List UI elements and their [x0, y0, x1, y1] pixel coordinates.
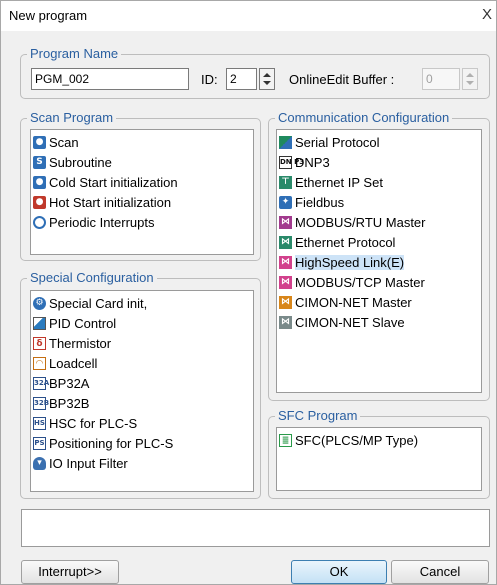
dnp3-icon: DN P3 [279, 155, 304, 169]
list-item[interactable]: ⋈ MODBUS/TCP Master [277, 272, 481, 292]
loadcell-icon: ◠ [33, 356, 46, 370]
close-icon[interactable]: X [477, 4, 497, 26]
list-item[interactable]: PID Control [31, 313, 253, 333]
sfc-program-legend: SFC Program [278, 408, 358, 423]
list-item[interactable]: δ Thermistor [31, 333, 253, 353]
fieldbus-icon: ✦ [279, 195, 292, 209]
thermistor-icon: δ [33, 336, 46, 350]
list-item[interactable]: ⋈ HighSpeed Link(E) [277, 252, 481, 272]
id-label: ID: [201, 72, 218, 87]
ok-button[interactable]: OK [291, 560, 387, 584]
cancel-button[interactable]: Cancel [391, 560, 489, 584]
list-item[interactable]: Serial Protocol [277, 132, 481, 152]
program-name-input[interactable]: PGM_002 [31, 68, 189, 90]
sfc-program-list: ≣ SFC(PLCS/MP Type) [276, 427, 482, 491]
list-item[interactable]: HS HSC for PLC-S [31, 413, 253, 433]
list-item[interactable]: ≣ SFC(PLCS/MP Type) [277, 430, 481, 450]
serial-protocol-icon [279, 135, 292, 149]
filter-icon: ▾ [33, 456, 46, 470]
list-item[interactable]: ● Scan [31, 132, 253, 152]
gear-icon: ⚙ [33, 296, 46, 310]
window-title: New program [9, 8, 88, 23]
new-program-dialog: New program X Program Name PGM_002 ID: 2… [0, 0, 497, 585]
list-item[interactable]: 32A BP32A [31, 373, 253, 393]
clock-icon [33, 215, 46, 229]
spinner-up-icon [466, 73, 474, 77]
scan-icon: ● [33, 135, 46, 149]
list-item[interactable]: ● Cold Start initialization [31, 172, 253, 192]
spinner-up-icon[interactable] [263, 73, 271, 77]
list-item[interactable]: PS Positioning for PLC-S [31, 433, 253, 453]
special-configuration-list: ⚙ Special Card init, PID Control δ Thermis… [30, 290, 254, 492]
modbus-tcp-icon: ⋈ [279, 275, 292, 289]
list-item[interactable]: ⋈ CIMON-NET Slave [277, 312, 481, 332]
list-item[interactable]: ⋈ MODBUS/RTU Master [277, 212, 481, 232]
spinner-down-icon [466, 81, 474, 85]
buffer-spinner [462, 68, 478, 90]
id-spinner[interactable] [259, 68, 275, 90]
list-item[interactable]: ▾ IO Input Filter [31, 453, 253, 473]
list-item[interactable]: 32B BP32B [31, 393, 253, 413]
list-item[interactable]: ✦ Fieldbus [277, 192, 481, 212]
subroutine-icon: S [33, 155, 46, 169]
hsc-icon: HS [33, 416, 46, 430]
list-item[interactable]: ⊤ Ethernet IP Set [277, 172, 481, 192]
list-item[interactable]: ⋈ Ethernet Protocol [277, 232, 481, 252]
special-configuration-legend: Special Configuration [30, 270, 154, 285]
program-name-legend: Program Name [30, 46, 119, 61]
bp32a-icon: 32A [33, 376, 49, 390]
title-bar: New program X [1, 1, 496, 31]
positioning-icon: PS [33, 436, 46, 450]
communication-configuration-legend: Communication Configuration [278, 110, 450, 125]
cold-start-icon: ● [33, 175, 46, 189]
highspeed-link-icon: ⋈ [279, 255, 292, 269]
communication-configuration-list: Serial Protocol DN P3 DNP3 ⊤ Ethernet IP S… [276, 129, 482, 393]
scan-program-legend: Scan Program [30, 110, 114, 125]
bp32b-icon: 32B [33, 396, 49, 410]
description-box [21, 509, 490, 547]
ethernet-ip-icon: ⊤ [279, 175, 292, 189]
pid-icon [33, 316, 46, 330]
interrupt-button[interactable]: Interrupt>> [21, 560, 119, 584]
online-edit-buffer-label: OnlineEdit Buffer : [289, 72, 395, 87]
hot-start-icon: ● [33, 195, 46, 209]
spinner-down-icon[interactable] [263, 81, 271, 85]
cimon-slave-icon: ⋈ [279, 315, 292, 329]
online-edit-buffer-input: 0 [422, 68, 460, 90]
id-input[interactable]: 2 [226, 68, 257, 90]
list-item[interactable]: ⚙ Special Card init, [31, 293, 253, 313]
list-item[interactable]: DN P3 DNP3 [277, 152, 481, 172]
cimon-master-icon: ⋈ [279, 295, 292, 309]
list-item[interactable]: ◠ Loadcell [31, 353, 253, 373]
list-item[interactable]: ⋈ CIMON-NET Master [277, 292, 481, 312]
list-item[interactable]: ● Hot Start initialization [31, 192, 253, 212]
modbus-rtu-icon: ⋈ [279, 215, 292, 229]
ethernet-protocol-icon: ⋈ [279, 235, 292, 249]
list-item[interactable]: Periodic Interrupts [31, 212, 253, 232]
scan-program-list: ● Scan S Subroutine ● Cold Start initializa… [30, 129, 254, 255]
list-item[interactable]: S Subroutine [31, 152, 253, 172]
sfc-icon: ≣ [279, 433, 292, 447]
